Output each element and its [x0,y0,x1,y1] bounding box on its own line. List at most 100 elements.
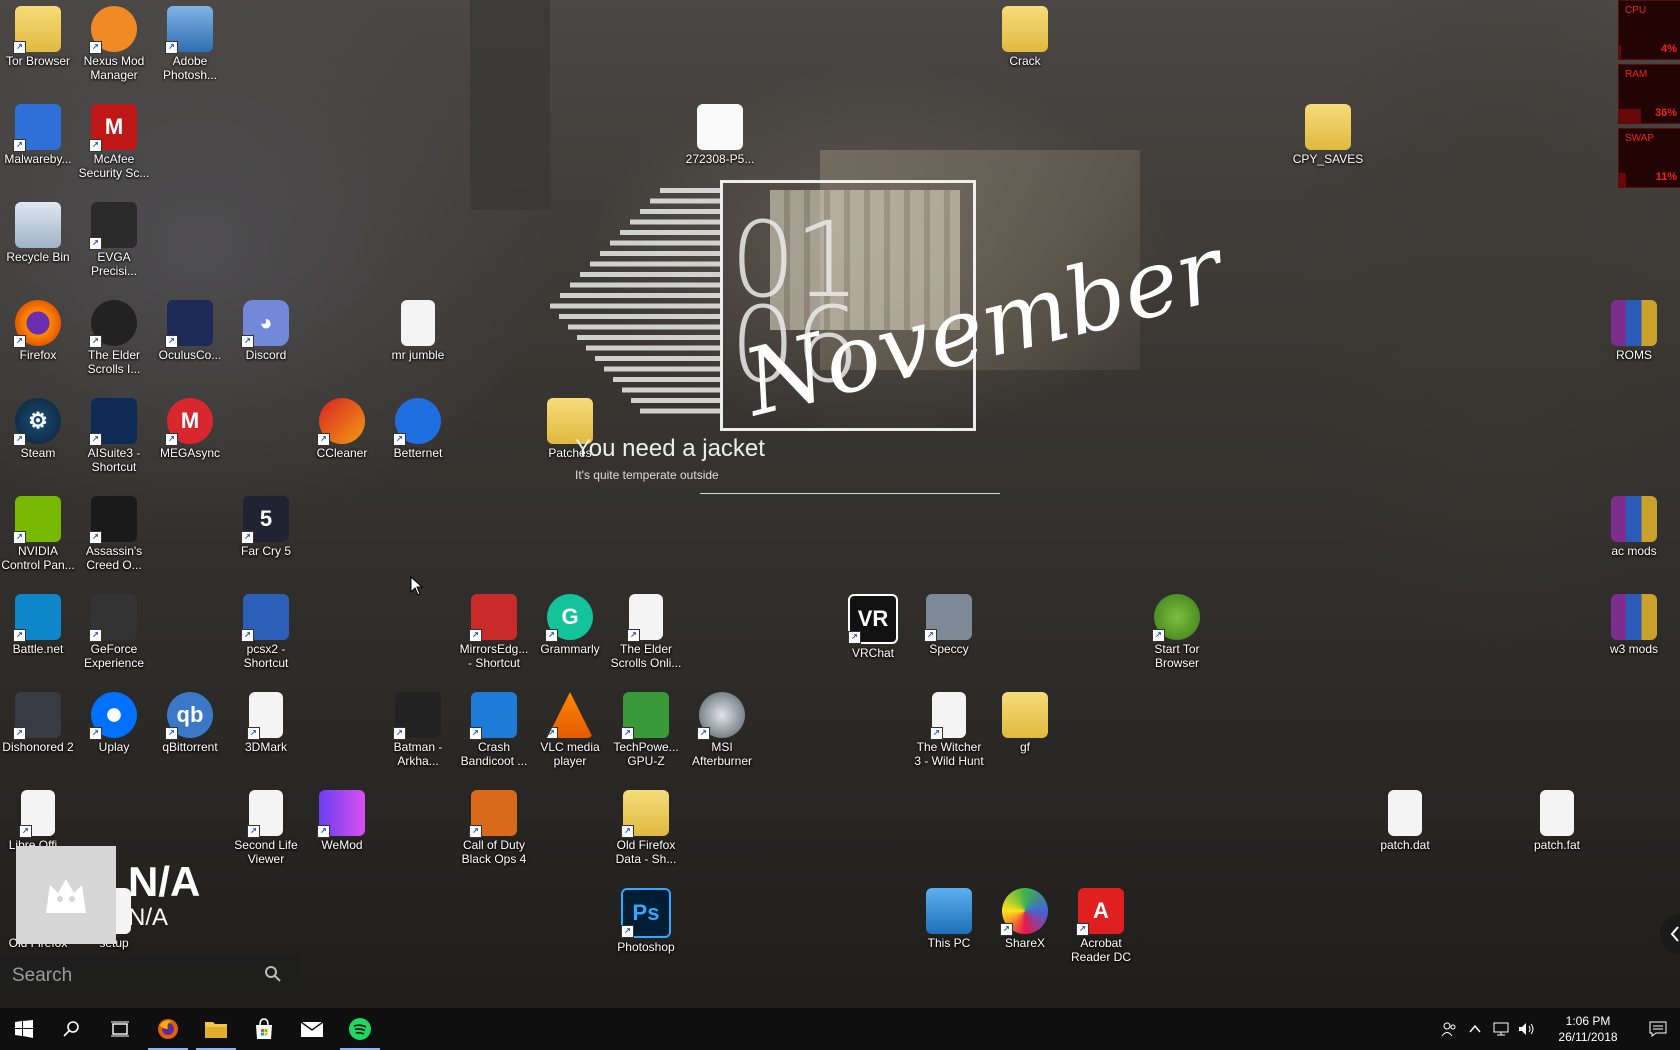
vrchat-icon: VR ↗ [848,594,898,644]
shortcut-arrow-icon: ↗ [19,825,32,838]
desktop-icon-the-elder-scrolls-i[interactable]: ↗ The Elder Scrolls I... [76,294,152,382]
desktop-icon-msi-afterburner[interactable]: ↗ MSI Afterburner [684,686,760,774]
desktop-icon-mirrorsedg-shortcut[interactable]: ↗ MirrorsEdg... - Shortcut [456,588,532,676]
desktop-icon-start-tor-browser[interactable]: ↗ Start Tor Browser [1139,588,1215,676]
image-icon [697,104,743,150]
desktop-icon-label: MSI Afterburner [691,740,753,768]
desktop-icon-nexus-mod-manager[interactable]: ↗ Nexus Mod Manager [76,0,152,88]
desktop-icon-crash-bandicoot[interactable]: ↗ Crash Bandicoot ... [456,686,532,774]
volume-button[interactable] [1514,1008,1540,1050]
desktop-icon-vrchat[interactable]: VR ↗ VRChat [835,588,911,676]
desktop-icon-mr-jumble[interactable]: mr jumble [380,294,456,382]
notification-icon [1649,1021,1667,1037]
desktop-icon-steam[interactable]: ⚙ ↗ Steam [0,392,76,480]
desktop-icon-gf[interactable]: gf [987,686,1063,774]
rar-icon [1611,300,1657,346]
desktop-icon-photoshop[interactable]: Ps ↗ Photoshop [608,882,684,970]
taskbar-mail[interactable] [288,1008,336,1050]
desktop-icon-sharex[interactable]: ↗ ShareX [987,882,1063,970]
desktop-icon-adobe-photosh[interactable]: ↗ Adobe Photosh... [152,0,228,88]
network-button[interactable] [1488,1008,1514,1050]
search-input[interactable] [10,961,254,991]
shortcut-arrow-icon: ↗ [393,433,406,446]
desktop-icon-betternet[interactable]: ↗ Betternet [380,392,456,480]
start-button[interactable] [0,1008,48,1050]
desktop-icon-label: The Witcher 3 - Wild Hunt [914,740,984,768]
desktop-icon-label: NVIDIA Control Pan... [1,544,75,572]
desktop-icon-label: Malwareby... [4,152,72,166]
monitor-cpu-bar [1619,45,1622,59]
shortcut-arrow-icon: ↗ [165,335,178,348]
desktop-icon-speccy[interactable]: ↗ Speccy [911,588,987,676]
desktop-icon-ac-mods[interactable]: ac mods [1596,490,1672,578]
desktop-icon-techpowe-gpu-z[interactable]: ↗ TechPowe... GPU-Z [608,686,684,774]
farcry-icon: 5 ↗ [241,496,289,544]
desktop-icon-w3-mods[interactable]: w3 mods [1596,588,1672,676]
taskbar-file-explorer[interactable] [192,1008,240,1050]
desktop: ↗ Tor Browser ↗ Nexus Mod Manager ↗ Adobe Pho… [0,0,1680,1008]
desktop-icon-battle-net[interactable]: ↗ Battle.net [0,588,76,676]
desktop-icon-this-pc[interactable]: This PC [911,882,987,970]
search-icon[interactable] [264,965,282,983]
desktop-icon-the-witcher-3-wild-hunt[interactable]: ↗ The Witcher 3 - Wild Hunt [911,686,987,774]
desktop-icon-assassin-s-creed-o[interactable]: ↗ Assassin's Creed O... [76,490,152,578]
desktop-icon-label: Adobe Photosh... [162,54,218,82]
desktop-icon-malwareby[interactable]: ↗ Malwareby... [0,98,76,186]
desktop-icon-3dmark[interactable]: ↗ 3DMark [228,686,304,774]
taskbar-store[interactable] [240,1008,288,1050]
mouse-cursor-icon [410,576,424,596]
desktop-icon-batman-arkha[interactable]: ↗ Batman - Arkha... [380,686,456,774]
desktop-icon-old-firefox-data-sh[interactable]: ↗ Old Firefox Data - Sh... [608,784,684,872]
show-hidden-icons-button[interactable] [1462,1008,1488,1050]
desktop-icon-roms[interactable]: ROMS [1596,294,1672,382]
desktop-icon-patch-dat[interactable]: patch.dat [1367,784,1443,872]
desktop-icon-label: Firefox [19,348,57,362]
desktop-icon-grammarly[interactable]: G ↗ Grammarly [532,588,608,676]
desktop-icon-acrobat-reader-dc[interactable]: A ↗ Acrobat Reader DC [1063,882,1139,970]
desktop-icon-uplay[interactable]: ↗ Uplay [76,686,152,774]
shortcut-arrow-icon: ↗ [848,631,861,644]
desktop-icon-label: GeForce Experience [83,642,145,670]
desktop-icon-272308-p5[interactable]: 272308-P5... [682,98,758,186]
desktop-icon-patch-fat[interactable]: patch.fat [1519,784,1595,872]
desktop-icon-second-life-viewer[interactable]: ↗ Second Life Viewer [228,784,304,872]
taskbar-spotify[interactable] [336,1008,384,1050]
desktop-icon-geforce-experience[interactable]: ↗ GeForce Experience [76,588,152,676]
people-button[interactable] [1436,1008,1462,1050]
desktop-icon-nvidia-control-pan[interactable]: ↗ NVIDIA Control Pan... [0,490,76,578]
action-center-button[interactable] [1636,1008,1680,1050]
desktop-icon-cpy-saves[interactable]: CPY_SAVES [1290,98,1366,186]
ac-icon: ↗ [89,496,137,544]
desktop-icon-dishonored-2[interactable]: ↗ Dishonored 2 [0,686,76,774]
desktop-icon-the-elder-scrolls-onli[interactable]: ↗ The Elder Scrolls Onli... [608,588,684,676]
taskbar-clock[interactable]: 1:06 PM 26/11/2018 [1540,1013,1636,1045]
desktop-icon-vlc-media-player[interactable]: ↗ VLC media player [532,686,608,774]
desktop-icon-crack[interactable]: Crack [987,0,1063,88]
desktop-icon-qbittorrent[interactable]: qb ↗ qBittorrent [152,686,228,774]
desktop-icon-megasync[interactable]: M ↗ MEGAsync [152,392,228,480]
clock-stripe [630,219,720,225]
desktop-icon-recycle-bin[interactable]: Recycle Bin [0,196,76,284]
media-album-art[interactable] [16,846,116,944]
desktop-icon-oculusco[interactable]: ↗ OculusCo... [152,294,228,382]
task-view-button[interactable] [96,1008,144,1050]
desktop-icon-call-of-duty-black-ops-4[interactable]: ↗ Call of Duty Black Ops 4 [456,784,532,872]
monitor-swap-value: 11% [1655,171,1677,183]
side-panel-tab[interactable] [1660,914,1680,954]
desktop-icon-discord[interactable]: ◕ ↗ Discord [228,294,304,382]
taskbar-firefox[interactable] [144,1008,192,1050]
desktop-icon-firefox[interactable]: ↗ Firefox [0,294,76,382]
shortcut-arrow-icon: ↗ [247,825,260,838]
desktop-icon-pcsx2-shortcut[interactable]: ↗ pcsx2 - Shortcut [228,588,304,676]
desktop-icon-ccleaner[interactable]: ↗ CCleaner [304,392,380,480]
desktop-icon-aisuite3-shortcut[interactable]: ↗ AISuite3 - Shortcut [76,392,152,480]
clock-stripe [600,251,720,256]
desktop-icon-wemod[interactable]: ↗ WeMod [304,784,380,872]
desktop-icon-mcafee-security-sc[interactable]: M ↗ McAfee Security Sc... [76,98,152,186]
desktop-icon-tor-browser[interactable]: ↗ Tor Browser [0,0,76,88]
taskbar-search-button[interactable] [48,1008,96,1050]
monitor-cpu-value: 4% [1661,43,1677,55]
desktop-icon-evga-precisi[interactable]: ↗ EVGA Precisi... [76,196,152,284]
desktop-icon-far-cry-5[interactable]: 5 ↗ Far Cry 5 [228,490,304,578]
shortcut-arrow-icon: ↗ [317,825,330,838]
